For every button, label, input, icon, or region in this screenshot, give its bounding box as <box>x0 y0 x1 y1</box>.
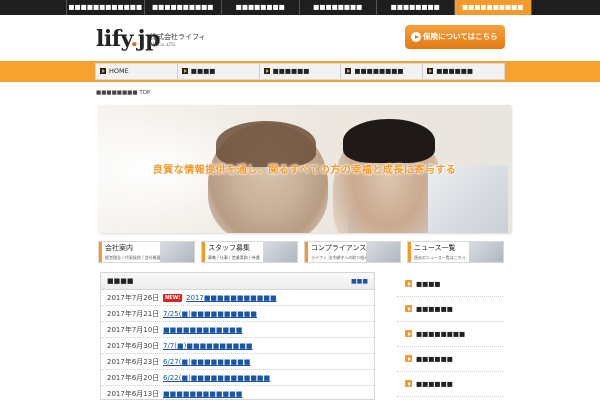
arrow-square-icon <box>405 330 412 337</box>
side-menu-item-4[interactable]: ■■■■■■ <box>397 347 503 372</box>
news-date: 2017年6月23日 <box>107 358 160 366</box>
arrow-square-icon <box>405 355 412 362</box>
side-menu-label: ■■■■■■ <box>416 380 453 388</box>
arrow-square-icon <box>405 380 412 387</box>
main-nav: HOME ■■■■ ■■■■■■ ■■■■■■■■ ■■■■■■ <box>95 63 505 80</box>
side-menu-label: ■■■■ <box>416 280 441 288</box>
banner-subtitle: 過去のニュース一覧はこちら <box>414 255 466 260</box>
banner-news[interactable]: ニュース一覧 過去のニュース一覧はこちら <box>407 241 504 263</box>
banner-newspaper-image <box>469 242 503 262</box>
news-date: 2017年7月21日 <box>107 310 160 318</box>
banner-compliance[interactable]: コンプライアンス ライフィ 法令順守への取り組み <box>304 241 401 263</box>
news-date: 2017年6月30日 <box>107 342 160 350</box>
news-link[interactable]: 7/25(■)■■■■■■■■■■ <box>163 306 257 322</box>
banner-recruit[interactable]: スタッフ募集 募集 / 仕事 / 営業実務 / 待遇 <box>201 241 298 263</box>
banner-title: ニュース一覧 <box>414 244 456 252</box>
company-name-en: lify Co.,LTD. <box>150 43 177 48</box>
news-row: 2017年7月10日 ■■■■■■■■■■■■ <box>101 322 374 338</box>
company-name-jp: 株式会社ライフィ <box>150 33 206 41</box>
main-nav-label: ■■■■■■■■ <box>354 67 404 75</box>
banner-accent <box>202 242 205 262</box>
side-menu-label: ■■■■■■■■ <box>416 330 466 338</box>
news-panel: ■■■■ ■■■ 2017年7月26日 NEW! 2017■■■■■■■■■■■… <box>100 272 375 400</box>
banner-subtitle: ライフィ 法令順守への取り組み <box>311 255 369 260</box>
side-menu-label: ■■■■■■ <box>416 355 453 363</box>
side-menu-item-1[interactable]: ■■■■ <box>397 272 503 297</box>
arrow-square-icon <box>405 280 412 287</box>
top-utility-bar: ■■■■■■■■■■■■ ■■■■■■■■■■ ■■■■■■■■ ■■■■■■■… <box>0 0 600 15</box>
news-header: ■■■■ ■■■ <box>101 273 374 290</box>
feature-banners: 会社案内 経営理念 / 代表挨拶 / 会社概要 スタッフ募集 募集 / 仕事 /… <box>98 241 504 263</box>
arrow-right-icon <box>181 68 188 74</box>
news-title: ■■■■ <box>107 277 134 285</box>
arrow-square-icon <box>405 305 412 312</box>
banner-title: スタッフ募集 <box>208 244 250 252</box>
arrow-right-icon <box>345 68 352 74</box>
news-date: 2017年7月26日 <box>107 294 160 302</box>
news-link[interactable]: 6/22(■)■■■■■■■■■■■■ <box>163 370 270 386</box>
insurance-info-label: 保険についてはこちら <box>423 32 498 41</box>
side-menu-item-2[interactable]: ■■■■■■ <box>397 297 503 322</box>
news-row: 2017年6月20日 6/22(■)■■■■■■■■■■■■ <box>101 370 374 386</box>
banner-title: 会社案内 <box>105 244 133 252</box>
hero-tagline: 良質な情報提供を通し、関るすべての方の幸福と成長に寄与する <box>152 165 457 176</box>
top-nav-item-4[interactable]: ■■■■■■■■ <box>298 0 377 15</box>
arrow-right-icon <box>427 68 434 74</box>
side-menu-item-5[interactable]: ■■■■■■ <box>397 372 503 397</box>
news-link[interactable]: ■■■■■■■■■■■■ <box>163 386 242 399</box>
news-row: 2017年7月21日 7/25(■)■■■■■■■■■■ <box>101 306 374 322</box>
main-nav-home[interactable]: HOME <box>96 64 178 79</box>
play-circle-icon <box>411 32 421 42</box>
news-row: 2017年6月13日 ■■■■■■■■■■■■ <box>101 386 374 399</box>
side-menu-label: ■■■■■■ <box>416 305 453 313</box>
news-date: 2017年6月13日 <box>107 390 160 398</box>
banner-company[interactable]: 会社案内 経営理念 / 代表挨拶 / 会社概要 <box>98 241 195 263</box>
news-more-link[interactable]: ■■■ <box>351 273 368 290</box>
top-nav-item-1[interactable]: ■■■■■■■■■■■■ <box>66 0 144 15</box>
hero-banner: 良質な情報提供を通し、関るすべての方の幸福と成長に寄与する <box>98 105 511 233</box>
news-row: 2017年7月26日 NEW! 2017■■■■■■■■■■■ <box>101 290 374 306</box>
top-nav: ■■■■■■■■■■■■ ■■■■■■■■■■ ■■■■■■■■ ■■■■■■■… <box>66 0 532 15</box>
side-menu: ■■■■ ■■■■■■ ■■■■■■■■ ■■■■■■ ■■■■■■ <box>397 272 503 397</box>
main-nav-item-4[interactable]: ■■■■■■■■ <box>341 64 424 79</box>
news-link[interactable]: ■■■■■■■■■■■■ <box>163 322 242 338</box>
main-nav-label: ■■■■ <box>190 67 216 75</box>
news-link[interactable]: 2017■■■■■■■■■■■ <box>186 290 277 306</box>
logo-main: lify <box>96 26 131 52</box>
banner-handshake-image <box>263 242 297 262</box>
hero-person-man-hair <box>343 119 435 163</box>
main-nav-label: ■■■■■■ <box>436 67 474 75</box>
company-name: 株式会社ライフィ lify Co.,LTD. <box>150 32 206 48</box>
news-link[interactable]: 7/7(■)■■■■■■■■■■ <box>163 338 252 354</box>
top-nav-item-5[interactable]: ■■■■■■■■ <box>376 0 454 15</box>
banner-title: コンプライアンス <box>311 244 367 252</box>
banner-accent <box>408 242 411 262</box>
banner-subtitle: 経営理念 / 代表挨拶 / 会社概要 <box>105 255 161 260</box>
main-nav-label: HOME <box>109 67 129 75</box>
top-nav-item-2[interactable]: ■■■■■■■■■■ <box>143 0 222 15</box>
main-nav-item-5[interactable]: ■■■■■■ <box>423 64 504 79</box>
banner-building-image <box>160 242 194 262</box>
breadcrumb: ■■■■■■■■ TOP <box>96 90 151 96</box>
arrow-right-icon <box>263 68 270 74</box>
arrow-right-icon <box>100 68 106 74</box>
news-row: 2017年6月23日 6/27(■)■■■■■■■■■ <box>101 354 374 370</box>
main-nav-item-2[interactable]: ■■■■ <box>178 64 260 79</box>
news-date: 2017年6月20日 <box>107 374 160 382</box>
side-menu-item-3[interactable]: ■■■■■■■■ <box>397 322 503 347</box>
banner-documents-image <box>366 242 400 262</box>
news-date: 2017年7月10日 <box>107 326 160 334</box>
news-link[interactable]: 6/27(■)■■■■■■■■■ <box>163 354 250 370</box>
logo-dot: . <box>130 26 138 52</box>
banner-accent <box>99 242 102 262</box>
main-nav-label: ■■■■■■ <box>272 67 310 75</box>
new-badge: NEW! <box>163 294 183 302</box>
banner-subtitle: 募集 / 仕事 / 営業実務 / 待遇 <box>208 255 260 260</box>
banner-accent <box>305 242 308 262</box>
top-nav-item-3[interactable]: ■■■■■■■■ <box>221 0 299 15</box>
news-row: 2017年6月30日 7/7(■)■■■■■■■■■■ <box>101 338 374 354</box>
main-nav-item-3[interactable]: ■■■■■■ <box>260 64 342 79</box>
insurance-info-button[interactable]: 保険についてはこちら <box>405 25 505 49</box>
top-nav-item-6[interactable]: ■■■■■■■■■■ <box>453 0 532 15</box>
